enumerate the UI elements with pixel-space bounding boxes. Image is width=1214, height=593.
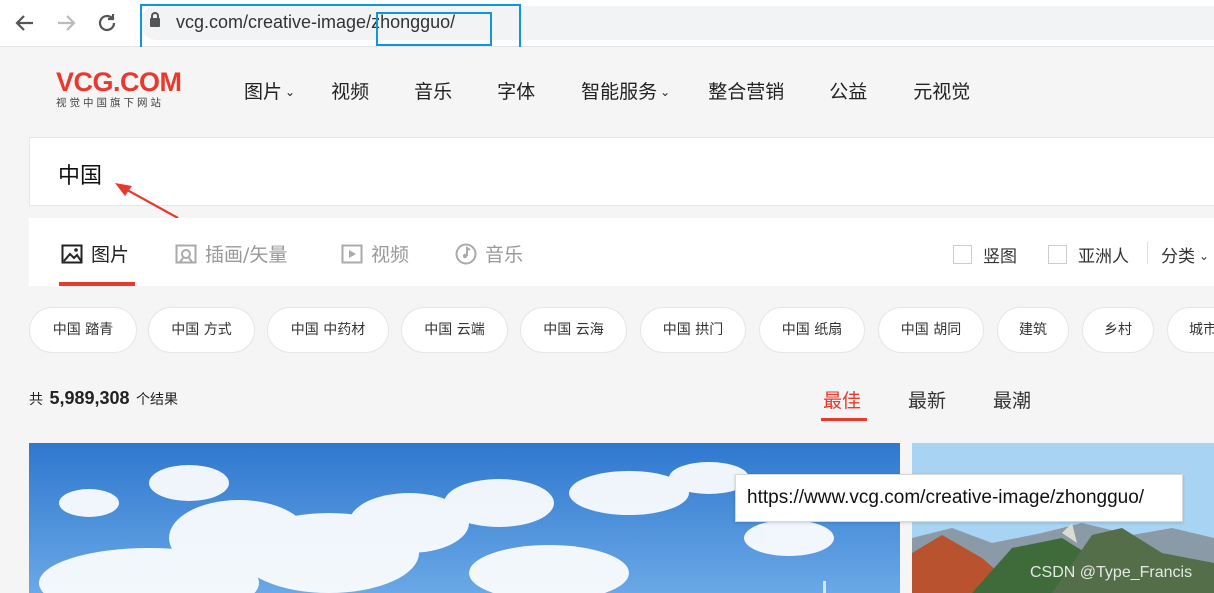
checkbox[interactable] xyxy=(953,245,972,264)
nav-marketing[interactable]: 整合营销 xyxy=(708,79,784,105)
arrow-right-icon xyxy=(58,15,76,31)
annotation-box-slug xyxy=(376,12,492,46)
vcg-logo[interactable]: VCG.COM 视觉中国旗下网站 xyxy=(56,67,182,109)
tag-chip[interactable]: 中国 踏青 xyxy=(29,307,137,353)
media-type-bar: 图片 插画/矢量 视频 音乐 竖图 亚洲人 分类 ⌄ xyxy=(29,218,1214,286)
csdn-watermark: CSDN @Type_Francis xyxy=(1030,564,1193,581)
arrow-left-icon xyxy=(15,15,33,31)
logo-sub: 视觉中国旗下网站 xyxy=(56,97,164,109)
tag-chip[interactable]: 城市 xyxy=(1167,307,1214,353)
main-nav: 图片 ⌄ 视频 音乐 字体 智能服务 ⌄ 整合营销 公益 元视觉 xyxy=(244,79,1010,105)
tag-chip[interactable]: 建筑 xyxy=(997,307,1069,353)
related-tags: 中国 踏青 中国 方式 中国 中药材 中国 云端 中国 云海 中国 拱门 中国 … xyxy=(29,307,1214,353)
filter-vertical[interactable]: 竖图 xyxy=(953,242,1017,267)
tab-illustration[interactable]: 插画/矢量 xyxy=(175,240,287,267)
back-button[interactable] xyxy=(14,12,36,34)
illustration-icon xyxy=(175,244,197,263)
tag-chip[interactable]: 中国 拱门 xyxy=(640,307,746,353)
video-icon xyxy=(341,244,363,263)
checkbox[interactable] xyxy=(1048,245,1067,264)
tag-chip[interactable]: 中国 云海 xyxy=(520,307,627,353)
tag-chip[interactable]: 中国 纸扇 xyxy=(759,307,865,353)
browser-toolbar: vcg.com/creative-image/zhongguo/ xyxy=(0,0,1214,50)
nav-smart-services[interactable]: 智能服务 ⌄ xyxy=(581,79,670,105)
chevron-down-icon: ⌄ xyxy=(285,85,296,99)
nav-fonts[interactable]: 字体 xyxy=(497,79,535,105)
nav-meta-vision[interactable]: 元视觉 xyxy=(913,79,970,105)
tab-images[interactable]: 图片 xyxy=(61,240,129,267)
tag-chip[interactable]: 中国 中药材 xyxy=(267,307,389,353)
chevron-down-icon: ⌄ xyxy=(1199,249,1210,263)
search-value: 中国 xyxy=(58,164,103,189)
nav-music[interactable]: 音乐 xyxy=(414,79,452,105)
tab-video[interactable]: 视频 xyxy=(341,240,409,267)
logo-main: VCG.COM xyxy=(56,67,182,97)
nav-video[interactable]: 视频 xyxy=(331,79,369,105)
annotation-arrow xyxy=(115,183,179,219)
forward-button[interactable] xyxy=(55,12,77,34)
nav-images[interactable]: 图片 ⌄ xyxy=(244,79,295,105)
sort-best[interactable]: 最佳 xyxy=(823,386,861,413)
sort-newest[interactable]: 最新 xyxy=(908,386,946,413)
site-header: VCG.COM 视觉中国旗下网站 图片 ⌄ 视频 音乐 字体 智能服务 ⌄ 整合营销… xyxy=(0,47,1214,137)
search-input[interactable]: 中国 xyxy=(29,137,1214,206)
tag-chip[interactable]: 中国 方式 xyxy=(148,307,255,353)
tag-chip[interactable]: 中国 云端 xyxy=(401,307,508,353)
tab-music[interactable]: 音乐 xyxy=(455,240,523,267)
tag-chip[interactable]: 乡村 xyxy=(1082,307,1154,353)
chevron-down-icon: ⌄ xyxy=(660,85,671,99)
result-count: 共 5,989,308 个结果 xyxy=(29,388,178,408)
nav-charity[interactable]: 公益 xyxy=(829,79,867,105)
divider xyxy=(1147,242,1148,264)
active-tab-underline xyxy=(59,282,135,286)
url-tooltip: https://www.vcg.com/creative-image/zhong… xyxy=(735,474,1183,522)
music-icon xyxy=(455,243,477,264)
category-dropdown[interactable]: 分类 ⌄ xyxy=(1161,242,1209,267)
reload-icon xyxy=(98,14,116,32)
filter-asian[interactable]: 亚洲人 xyxy=(1048,242,1129,267)
active-sort-underline xyxy=(821,418,867,421)
tag-chip[interactable]: 中国 胡同 xyxy=(878,307,984,353)
image-icon xyxy=(61,244,83,263)
sort-trending[interactable]: 最潮 xyxy=(993,386,1031,413)
reload-button[interactable] xyxy=(96,12,118,34)
